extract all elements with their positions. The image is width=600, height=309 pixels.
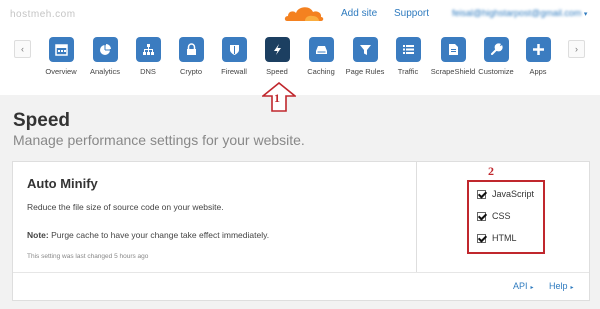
help-link[interactable]: Help ▸ [549,281,574,291]
tab-speed[interactable]: Speed [252,37,302,87]
drive-icon [315,46,327,54]
card-description: Reduce the file size of source code on y… [27,202,224,212]
javascript-checkbox-row[interactable]: JavaScript [477,187,534,201]
tab-label: Traffic [397,67,419,76]
plus-icon [532,44,544,55]
option-label: JavaScript [492,189,535,199]
tab-caching[interactable]: Caching [296,37,346,87]
list-icon [402,45,414,54]
tab-overview[interactable]: Overview [36,37,86,87]
tab-label: Overview [45,67,77,76]
page-title: Speed [13,110,71,131]
account-menu[interactable]: feisal@highstarpost@gmail.com ▾ [452,8,587,18]
option-label: CSS [492,211,511,221]
add-site-link[interactable]: Add site [341,8,377,19]
help-label: Help [549,281,568,291]
caret-right-icon: ▸ [530,285,534,291]
card-description-panel: Auto Minify Reduce the file size of sour… [13,162,417,272]
wrench-icon [490,43,503,55]
tab-label: Apps [529,67,547,76]
lock-icon [186,43,196,55]
api-label: API [513,281,528,291]
tab-apps[interactable]: Apps [513,37,563,87]
note-label: Note: [27,230,49,240]
html-checkbox[interactable] [477,233,486,243]
card-note: Note: Purge cache to have your change ta… [27,230,269,240]
annotation-number-2: 2 [488,164,494,178]
javascript-checkbox[interactable] [477,189,486,199]
zone-nav: ‹ Overview Analytics DNS Crypto Firewall… [0,30,600,90]
dns-icon [142,44,154,55]
analytics-icon [99,44,111,55]
overview-icon [54,44,68,56]
card-footer: API ▸ Help ▸ [13,272,589,300]
filter-icon [359,45,371,55]
api-link[interactable]: API ▸ [513,281,534,291]
last-changed-text: This setting was last changed 5 hours ag… [27,253,149,260]
nav-next-button[interactable]: › [568,40,585,58]
css-checkbox[interactable] [477,211,486,221]
page-subtitle: Manage performance settings for your web… [13,132,305,148]
shield-icon [229,45,239,55]
top-bar: hostmeh.com Add site Support feisal@high… [0,0,600,30]
tab-label: Speed [266,67,288,76]
cloudflare-logo-icon[interactable] [283,3,325,23]
caret-right-icon: ▸ [570,285,574,291]
css-checkbox-row[interactable]: CSS [477,209,511,223]
option-label: HTML [492,233,517,243]
account-email: feisal@highstarpost@gmail.com [452,8,582,18]
document-icon [448,44,458,55]
support-link[interactable]: Support [394,8,429,19]
main-content: Speed Manage performance settings for yo… [0,95,600,309]
note-text: Purge cache to have your change take eff… [48,230,270,240]
lightning-icon [273,44,281,55]
minify-options-highlight: JavaScript CSS HTML [467,180,545,254]
tab-label: Caching [307,67,335,76]
nav-prev-button[interactable]: ‹ [14,40,31,58]
annotation-number-1: 1 [274,91,280,105]
tab-traffic[interactable]: Traffic [383,37,433,87]
card-title: Auto Minify [27,176,98,191]
html-checkbox-row[interactable]: HTML [477,231,517,245]
domain-name: hostmeh.com [10,9,76,20]
chevron-down-icon: ▾ [583,11,588,18]
